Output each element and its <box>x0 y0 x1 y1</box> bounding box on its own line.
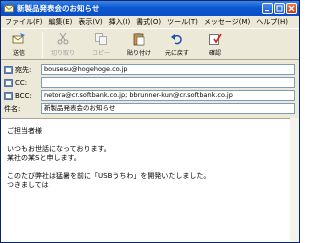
close-button[interactable] <box>286 3 297 14</box>
check-names-icon <box>209 33 222 45</box>
body-line: ご担当者様 <box>7 127 42 135</box>
paste-button[interactable]: 貼り付け <box>124 30 154 60</box>
address-book-icon <box>4 65 13 74</box>
title-bar[interactable]: 新製品発表会のお知らせ <box>1 1 299 16</box>
bcc-label: BCC: <box>15 91 32 100</box>
maximize-icon <box>276 5 283 12</box>
window-controls <box>262 3 297 14</box>
menu-tools[interactable]: ツール(T) <box>167 17 198 27</box>
copy-button[interactable]: コピー <box>86 30 116 60</box>
vertical-scrollbar[interactable] <box>290 118 299 242</box>
header-fields: 宛先: bousesu@hogehoge.co.jp CC: BCC: neto… <box>1 61 299 117</box>
cut-button[interactable]: 切り取り <box>48 30 78 60</box>
scissors-icon <box>57 32 69 45</box>
clipboard-icon <box>133 33 145 46</box>
close-icon <box>288 5 295 12</box>
body-line: 某社の某Sと申します。 <box>7 154 81 162</box>
copy-icon <box>95 33 107 45</box>
send-label: 送信 <box>12 50 25 57</box>
cc-row: CC: <box>1 77 299 88</box>
toolbar: 送信 切り取り コピー 貼り付け 元に戻す 確認 <box>1 30 299 60</box>
undo-button[interactable]: 元に戻す <box>162 30 192 60</box>
address-book-icon <box>4 91 13 100</box>
toolbar-separator <box>42 32 43 58</box>
bcc-row: BCC: netora@cr.softbank.co.jp; bbrunner-… <box>1 90 299 101</box>
undo-label: 元に戻す <box>164 50 189 57</box>
menu-insert[interactable]: 挿入(I) <box>109 17 131 27</box>
check-names-button[interactable]: 確認 <box>200 30 230 60</box>
maximize-button[interactable] <box>274 3 285 14</box>
copy-label: コピー <box>91 50 110 57</box>
to-label: 宛先: <box>15 65 32 74</box>
cut-label: 切り取り <box>50 50 75 57</box>
subject-input[interactable]: 新製品発表会のお知らせ <box>41 103 295 114</box>
window-title: 新製品発表会のお知らせ <box>17 4 100 13</box>
undo-icon <box>171 34 182 45</box>
menu-format[interactable]: 書式(O) <box>136 17 161 27</box>
menu-view[interactable]: 表示(V) <box>78 17 102 27</box>
cc-label-button[interactable]: CC: <box>1 79 41 87</box>
to-label-button[interactable]: 宛先: <box>1 65 41 75</box>
minimize-icon <box>265 10 269 12</box>
cc-input[interactable] <box>41 77 295 88</box>
subject-label: 件名: <box>4 104 21 113</box>
address-book-icon <box>4 78 13 87</box>
menu-bar: ファイル(F) 編集(E) 表示(V) 挿入(I) 書式(O) ツール(T) メ… <box>1 16 299 29</box>
envelope-icon <box>4 5 14 13</box>
body-line: このたび弊社は猛暑を前に「USBうちわ」を開発いたしました。 <box>7 172 211 180</box>
check-names-label: 確認 <box>208 50 221 57</box>
bcc-label-button[interactable]: BCC: <box>1 92 41 100</box>
body-line: つきましては <box>7 181 49 189</box>
subject-row: 件名: 新製品発表会のお知らせ <box>1 103 299 114</box>
body-line: いつもお世話になっております。 <box>7 145 111 153</box>
message-body[interactable]: ご担当者様 いつもお世話になっております。 某社の某Sと申します。 このたび弊社… <box>1 118 299 242</box>
paste-label: 貼り付け <box>126 50 151 57</box>
menu-edit[interactable]: 編集(E) <box>49 17 73 27</box>
menu-help[interactable]: ヘルプ(H) <box>256 17 288 27</box>
cc-label: CC: <box>15 78 28 87</box>
send-icon <box>12 33 25 44</box>
to-row: 宛先: bousesu@hogehoge.co.jp <box>1 64 299 75</box>
menu-file[interactable]: ファイル(F) <box>5 17 43 27</box>
bcc-input[interactable]: netora@cr.softbank.co.jp; bbrunner-kun@c… <box>41 90 295 101</box>
to-input[interactable]: bousesu@hogehoge.co.jp <box>41 64 295 75</box>
minimize-button[interactable] <box>262 3 273 14</box>
send-button[interactable]: 送信 <box>4 30 34 60</box>
menu-message[interactable]: メッセージ(M) <box>204 17 250 27</box>
compose-window: 新製品発表会のお知らせ ファイル(F) 編集(E) 表示(V) 挿入(I) 書式… <box>0 0 300 243</box>
